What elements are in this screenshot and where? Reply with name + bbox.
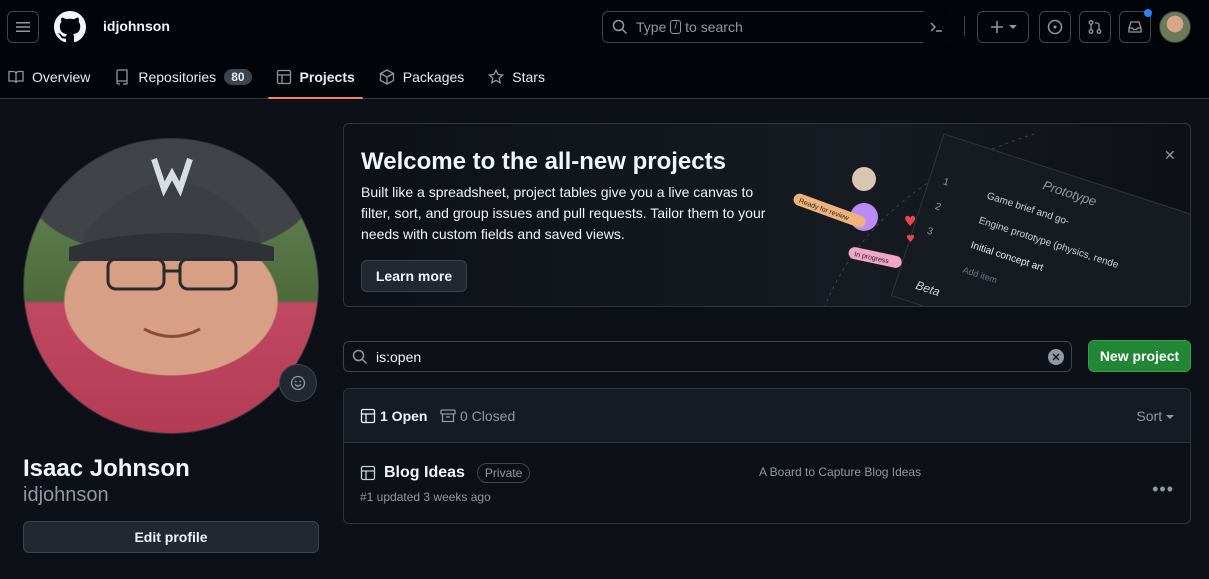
project-meta: #1 updated 3 weeks ago [360, 490, 491, 504]
star-icon [488, 69, 505, 85]
pull-requests-button[interactable] [1079, 11, 1111, 43]
repo-icon [114, 69, 130, 85]
smiley-icon [290, 375, 306, 391]
notification-indicator [1144, 9, 1152, 17]
visibility-badge: Private [476, 463, 531, 483]
svg-text:♥: ♥ [904, 214, 917, 230]
projects-welcome-banner: Welcome to the all-new projects Built li… [343, 123, 1191, 307]
tab-repositories[interactable]: Repositories 80 [106, 55, 259, 99]
profile-login: idjohnson [23, 484, 109, 506]
open-count-label: 1 Open [380, 408, 428, 424]
tab-packages-label: Packages [402, 69, 465, 85]
projects-list-header: 1 Open 0 Closed Sort [344, 389, 1190, 443]
issues-button[interactable] [1039, 11, 1071, 43]
menu-icon [16, 22, 30, 32]
table-icon [360, 408, 376, 424]
open-projects-filter[interactable]: 1 Open [360, 408, 427, 424]
github-logo-icon[interactable] [54, 11, 86, 43]
close-icon[interactable]: ✕ [1164, 148, 1176, 164]
tab-packages[interactable]: Packages [371, 55, 472, 99]
project-title-link[interactable]: Blog Ideas Private [360, 463, 531, 483]
new-project-button[interactable]: New project [1088, 340, 1191, 372]
banner-body: Built like a spreadsheet, project tables… [361, 184, 766, 242]
terminal-icon [930, 22, 942, 32]
top-bar: idjohnson Type / to search Overview Repo… [0, 0, 1209, 99]
project-description: A Board to Capture Blog Ideas [759, 465, 922, 479]
tab-projects-label: Projects [299, 69, 355, 85]
search-placeholder-prefix: Type [636, 19, 667, 35]
issue-opened-icon [1047, 19, 1063, 35]
edit-profile-button[interactable]: Edit profile [23, 521, 319, 553]
git-pull-request-icon [1088, 20, 1102, 34]
filter-query: is:open [376, 348, 422, 365]
table-icon [276, 69, 292, 85]
search-icon [352, 349, 368, 364]
project-title: Blog Ideas [384, 464, 465, 481]
tab-repositories-label: Repositories [138, 69, 217, 85]
package-icon [379, 69, 395, 85]
search-icon [612, 19, 628, 35]
context-username[interactable]: idjohnson [103, 18, 170, 34]
header-divider [964, 16, 965, 36]
hamburger-menu-button[interactable] [7, 11, 39, 43]
command-palette-button[interactable] [920, 11, 952, 43]
tab-overview[interactable]: Overview [0, 55, 98, 99]
project-filter-input[interactable]: is:open ✕ [343, 341, 1072, 372]
projects-illustration: Prototype 1 Game brief and go- 2 Engine … [793, 133, 1190, 306]
repositories-count: 80 [224, 69, 252, 85]
list-item: Blog Ideas Private #1 updated 3 weeks ag… [344, 443, 1190, 523]
triangle-down-icon [1166, 415, 1174, 419]
profile-avatar[interactable] [23, 138, 319, 434]
search-shortcut-key: / [670, 20, 682, 34]
svg-text:♥: ♥ [906, 234, 915, 245]
user-avatar[interactable] [1159, 11, 1191, 43]
closed-projects-filter[interactable]: 0 Closed [440, 408, 515, 424]
sort-dropdown[interactable]: Sort [1136, 408, 1174, 424]
tab-overview-label: Overview [32, 69, 91, 85]
closed-count-label: 0 Closed [460, 408, 516, 424]
create-new-button[interactable] [977, 11, 1029, 43]
archive-icon [440, 408, 456, 424]
table-icon [360, 465, 376, 481]
search-input[interactable]: Type / to search [602, 11, 952, 43]
triangle-down-icon [1009, 25, 1017, 29]
inbox-icon [1128, 21, 1142, 33]
book-icon [8, 69, 24, 85]
plus-icon [991, 21, 1003, 33]
tab-stars[interactable]: Stars [480, 55, 553, 99]
set-status-button[interactable] [279, 364, 317, 402]
projects-list: 1 Open 0 Closed Sort Blog Ideas Private … [343, 388, 1191, 524]
sort-label: Sort [1136, 408, 1163, 424]
profile-full-name: Isaac Johnson [23, 455, 190, 482]
banner-title: Welcome to the all-new projects [361, 148, 726, 175]
search-placeholder-suffix: to search [685, 19, 743, 35]
tab-stars-label: Stars [512, 69, 545, 85]
clear-filter-icon[interactable]: ✕ [1048, 349, 1064, 365]
learn-more-button[interactable]: Learn more [361, 260, 467, 292]
tab-projects[interactable]: Projects [267, 55, 364, 99]
kebab-menu-icon[interactable]: ••• [1152, 479, 1174, 500]
avatar-photo-detail [69, 158, 274, 338]
profile-tabs: Overview Repositories 80 Projects Packag… [0, 55, 561, 99]
